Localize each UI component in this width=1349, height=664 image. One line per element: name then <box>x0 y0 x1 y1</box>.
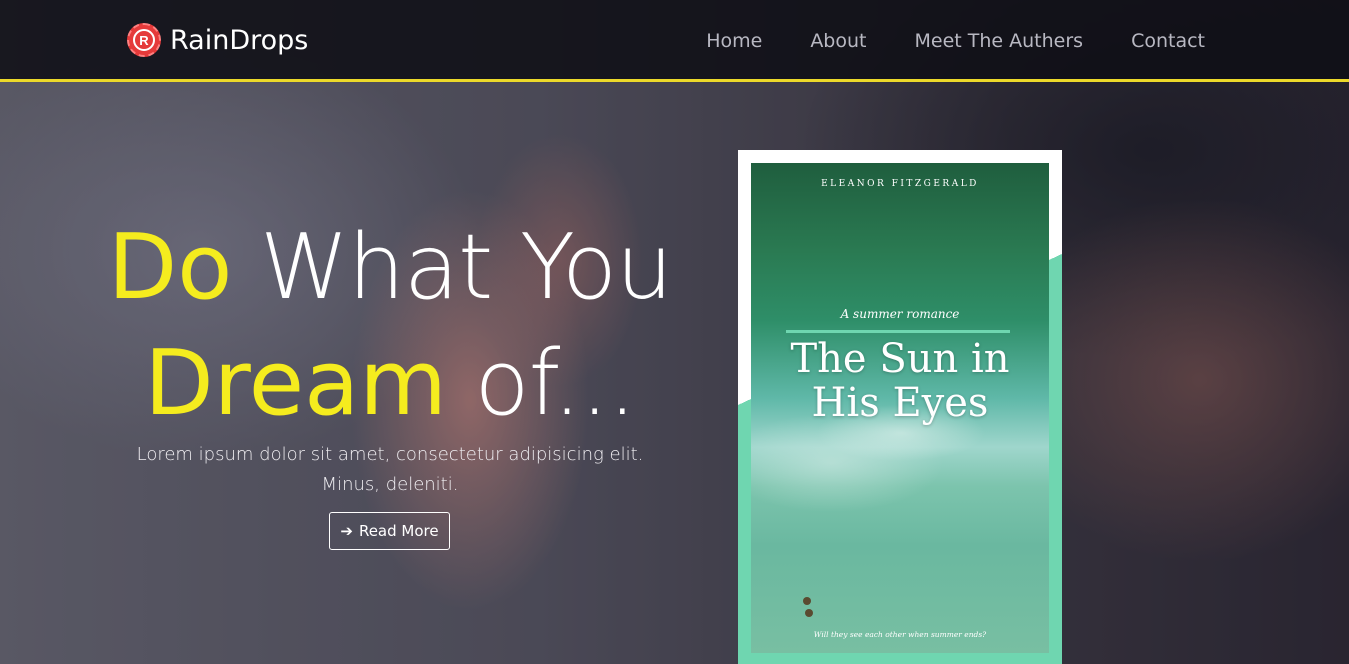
nav-link-home[interactable]: Home <box>706 30 762 52</box>
brand-logo-letter: R <box>133 29 155 51</box>
hero-lead-text: Lorem ipsum dolor sit amet, consectetur … <box>136 444 644 495</box>
navbar: R RainDrops Home About Meet The Authers … <box>0 0 1349 82</box>
book-cover-frame: ELEANOR FITZGERALD A summer romance The … <box>738 150 1062 664</box>
brand-logo-icon: R <box>127 23 161 57</box>
book-title: The Sun in His Eyes <box>751 337 1049 425</box>
book-footer-text: Will they see each other when summer end… <box>813 630 987 639</box>
nav-link-contact[interactable]: Contact <box>1131 30 1205 52</box>
book-title-line-2: His Eyes <box>811 380 989 426</box>
book-author: ELEANOR FITZGERALD <box>821 179 979 189</box>
headline-word-do: Do <box>107 215 233 320</box>
hero-headline: Do What You Dream of... <box>80 210 700 442</box>
nav-links: Home About Meet The Authers Contact <box>706 30 1205 52</box>
nav-link-about[interactable]: About <box>810 30 866 52</box>
arrow-right-icon: ➔ <box>340 522 353 540</box>
nav-link-authors[interactable]: Meet The Authers <box>915 30 1084 52</box>
headline-what-you: What You <box>232 215 673 320</box>
book-title-rule <box>786 330 1010 333</box>
book-cover[interactable]: ELEANOR FITZGERALD A summer romance The … <box>751 163 1049 653</box>
headline-of: of... <box>446 331 637 436</box>
brand-name: RainDrops <box>170 24 309 56</box>
read-more-button[interactable]: ➔ Read More <box>329 512 450 550</box>
book-title-line-1: The Sun in <box>790 336 1010 382</box>
read-more-label: Read More <box>358 522 439 540</box>
swimmers-illustration <box>803 597 813 621</box>
headline-word-dream: Dream <box>144 331 447 436</box>
brand[interactable]: R RainDrops <box>127 22 308 58</box>
book-tagline: A summer romance <box>840 307 960 321</box>
